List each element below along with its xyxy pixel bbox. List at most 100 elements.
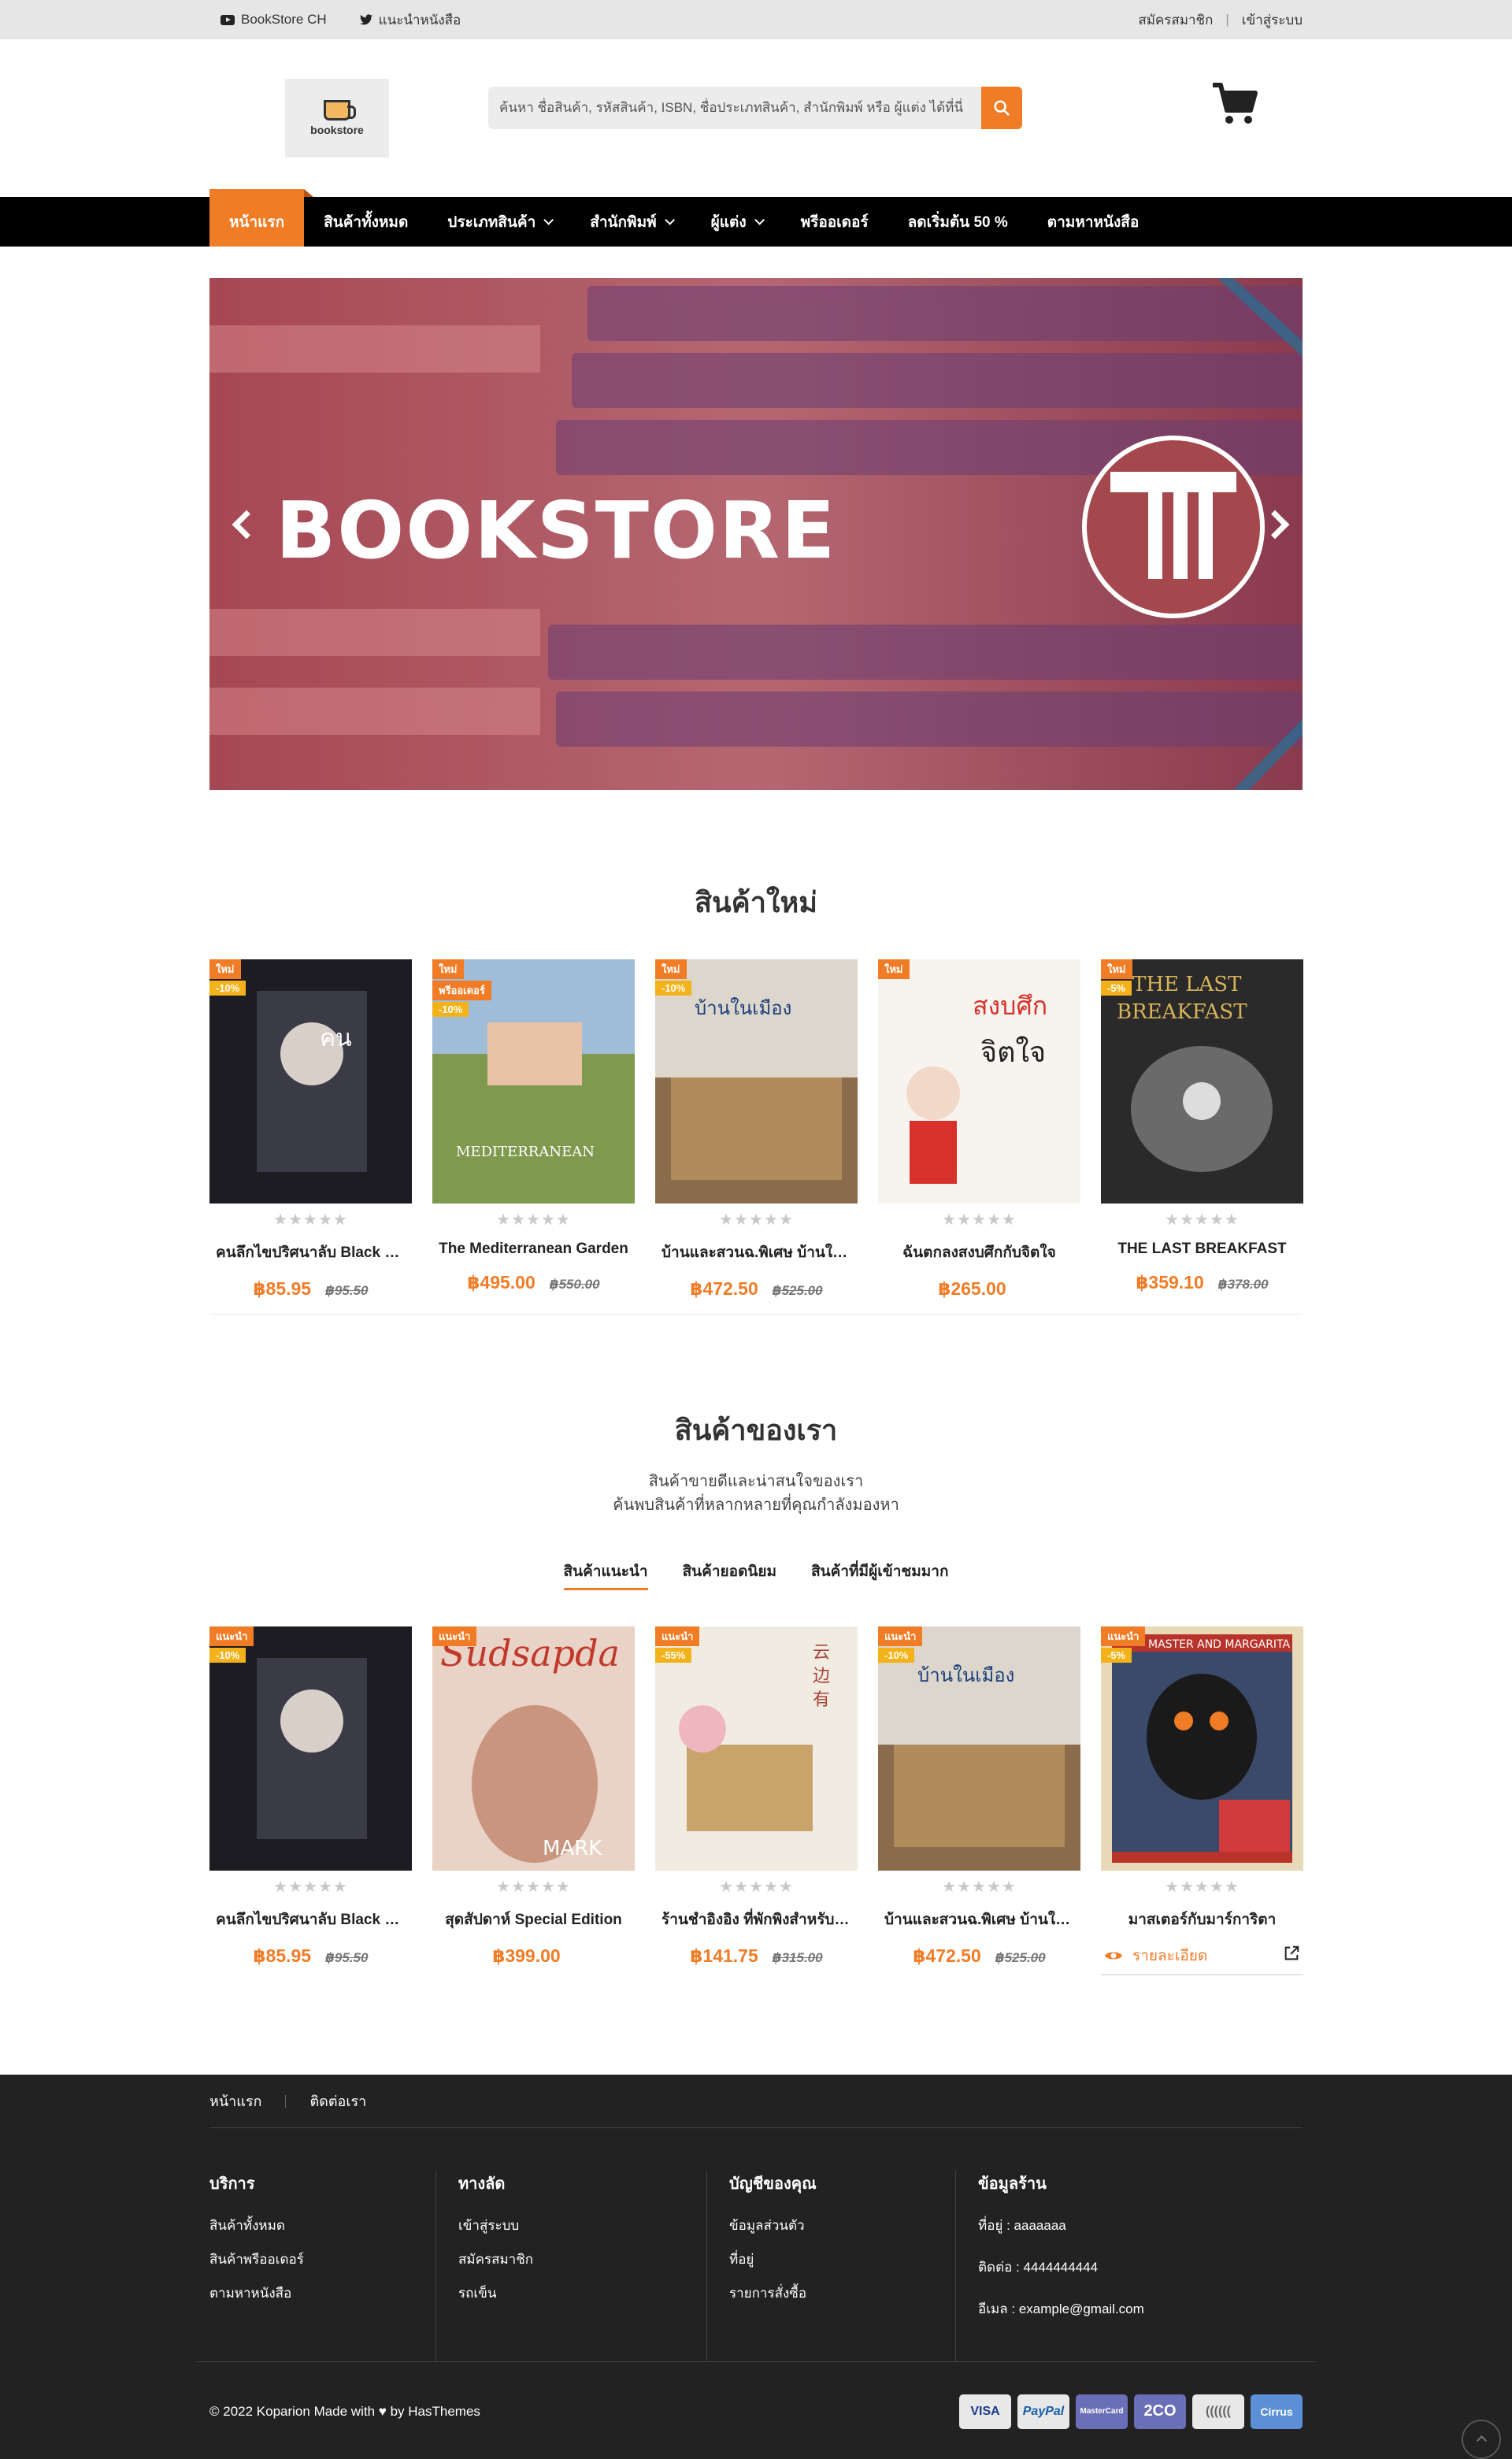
book-cover-image: MASTER AND MARGARITA [1101,1626,1303,1871]
view-details-label: รายละเอียด [1132,1948,1208,1964]
twitter-link[interactable]: แนะนำหนังสือ [359,9,461,31]
footer-link[interactable]: สมัครสมาชิก [458,2249,691,2270]
svg-text:บ้านในเมือง: บ้านในเมือง [695,997,791,1019]
nav-publishers[interactable]: สำนักพิมพ์ [570,197,691,247]
book-cover-image: คน [209,959,412,1204]
search-input[interactable] [488,87,981,129]
footer-col-title: บัญชีของคุณ [729,2175,817,2193]
recommended-badge: แนะนำ [1101,1626,1146,1646]
footer: หน้าแรก ติดต่อเรา บริการ สินค้าทั้งหมด ส… [0,2075,1512,2459]
footer-link[interactable]: ตามหาหนังสือ [209,2283,420,2304]
footer-link[interactable]: เข้าสู่ระบบ [458,2215,691,2236]
product-card[interactable]: แนะนำ -10% ★★★★★ คนลึกไขปริศนาลับ Black … [209,1626,412,1975]
cart-icon [1213,83,1258,124]
product-cover[interactable]: Sudsapda MARK แนะนำ [432,1626,635,1871]
product-hover-actions: รายละเอียด [1101,1938,1303,1975]
product-name[interactable]: บ้านและสวนฉ.พิเศษ บ้านในเมือง [655,1241,858,1264]
product-name[interactable]: คนลึกไขปริศนาลับ Black Butler [209,1241,412,1264]
tab-recommended[interactable]: สินค้าแนะนำ [563,1560,648,1590]
cart-button[interactable] [1211,82,1258,130]
product-name[interactable]: มาสเตอร์กับมาร์การิตา [1101,1908,1303,1931]
product-name[interactable]: บ้านและสวนฉ.พิเศษ บ้านในเมือง [878,1908,1080,1931]
product-cover[interactable]: MASTER AND MARGARITA แนะนำ -5% [1101,1626,1303,1871]
product-price: ฿85.95 [253,1945,312,1966]
footer-link[interactable]: ที่อยู่ [729,2249,939,2270]
footer-link[interactable]: สินค้าพรีออเดอร์ [209,2249,420,2270]
product-name[interactable]: The Mediterranean Garden [432,1241,635,1258]
back-to-top-button[interactable] [1462,2420,1501,2459]
product-card[interactable]: MEDITERRANEAN ใหม่ พรีออเดอร์ -10% ★★★★★… [432,959,635,1300]
nav-all-products[interactable]: สินค้าทั้งหมด [304,197,428,247]
book-cover-image: สงบศึกจิตใจ [878,959,1080,1204]
nav-discount[interactable]: ลดเริ่มต้น 50 % [888,197,1028,247]
nav-preorder[interactable]: พรีออเดอร์ [781,197,888,247]
product-price: ฿472.50 [690,1278,758,1299]
nav-authors-label: ผู้แต่ง [710,213,747,231]
discount-badge: -10% [432,1002,469,1017]
product-cover[interactable]: THE LAST BREAKFAST ใหม่ -5% [1101,959,1303,1204]
store-address: ที่อยู่ : aaaaaaa [978,2218,1066,2233]
our-products-subtitle-1: สินค้าขายดีและน่าสนใจของเรา [648,1473,864,1490]
nav-authors[interactable]: ผู้แต่ง [691,197,781,247]
twitter-link-label: แนะนำหนังสือ [378,12,461,28]
new-badge: ใหม่ [878,959,910,979]
rating-stars: ★★★★★ [719,1211,794,1229]
book-cover-image: THE LAST BREAKFAST [1101,959,1303,1204]
login-link[interactable]: เข้าสู่ระบบ [1242,9,1303,31]
footer-home-link[interactable]: หน้าแรก [209,2090,261,2112]
product-card[interactable]: Sudsapda MARK แนะนำ ★★★★★ สุดสัปดาห์ Spec… [432,1626,635,1975]
chevron-down-icon [543,215,554,225]
hero-banner: BOOKSTORE [209,278,1303,790]
banner-logo-emblem [1082,436,1265,618]
svg-text:THE LAST: THE LAST [1132,973,1242,996]
product-old-price: ฿95.50 [325,1950,369,1965]
product-cover[interactable]: บ้านในเมือง แนะนำ -10% [878,1626,1080,1871]
product-card[interactable]: คน ใหม่ -10% ★★★★★ คนลึกไขปริศนาลับ Blac… [209,959,412,1300]
payment-methods: VISA PayPal MasterCard 2CO (((((( Cirrus [959,2394,1303,2429]
our-products-title: สินค้าของเรา [674,1414,838,1446]
product-card[interactable]: THE LAST BREAKFAST ใหม่ -5% ★★★★★ THE LAS… [1101,959,1303,1300]
store-phone: ติดต่อ : 4444444444 [978,2260,1099,2275]
product-card[interactable]: MASTER AND MARGARITA แนะนำ -5% ★★★★★ มาส… [1101,1626,1303,1975]
product-card[interactable]: 云边有 แนะนำ -55% ★★★★★ ร้านชำอิงอิง ที่พัก… [655,1626,858,1975]
youtube-link[interactable]: BookStore CH [220,12,327,28]
topbar-separator: | [1225,12,1229,27]
discount-badge: -5% [1101,1648,1132,1663]
product-cover[interactable]: แนะนำ -10% [209,1626,412,1871]
product-cover[interactable]: บ้านในเมือง ใหม่ -10% [655,959,858,1204]
nav-categories[interactable]: ประเภทสินค้า [428,197,570,247]
register-link[interactable]: สมัครสมาชิก [1138,9,1213,31]
product-cover[interactable]: สงบศึก จิตใจ ใหม่ [878,959,1080,1204]
product-name[interactable]: คนลึกไขปริศนาลับ Black Butler [209,1908,412,1931]
store-email: อีเมล : example@gmail.com [978,2301,1144,2316]
book-cover-image [209,1626,412,1871]
product-card[interactable]: บ้านในเมือง ใหม่ -10% ★★★★★ บ้านและสวนฉ.… [655,959,858,1300]
nav-book-request[interactable]: ตามหาหนังสือ [1028,197,1159,247]
product-cover[interactable]: 云边有 แนะนำ -55% [655,1626,858,1871]
search-button[interactable] [981,87,1022,129]
product-name[interactable]: ร้านชำอิงอิง ที่พักพิงสำหรับผู้อ่อนล้า [655,1908,858,1931]
product-name[interactable]: สุดสัปดาห์ Special Edition [432,1908,635,1931]
view-details-button[interactable]: รายละเอียด [1104,1944,1207,1968]
rating-stars: ★★★★★ [719,1879,794,1896]
product-cover[interactable]: MEDITERRANEAN ใหม่ พรีออเดอร์ -10% [432,959,635,1204]
product-card[interactable]: สงบศึก จิตใจ ใหม่ ★★★★★ ฉันตกลงสงบศึกกับจ… [878,959,1080,1300]
footer-link[interactable]: รถเข็น [458,2283,691,2304]
nav-home[interactable]: หน้าแรก [209,189,314,247]
tab-most-viewed[interactable]: สินค้าที่มีผู้เข้าชมมาก [811,1560,948,1590]
discount-badge: -10% [655,981,692,996]
footer-bottom: © 2022 Koparion Made with ♥ by HasThemes… [197,2361,1315,2459]
product-name[interactable]: ฉันตกลงสงบศึกกับจิตใจ [878,1241,1080,1264]
footer-link[interactable]: สินค้าทั้งหมด [209,2215,420,2236]
footer-link[interactable]: รายการสั่งซื้อ [729,2283,939,2304]
footer-contact-link[interactable]: ติดต่อเรา [309,2090,366,2112]
tab-popular[interactable]: สินค้ายอดนิยม [683,1560,777,1590]
product-cover[interactable]: คน ใหม่ -10% [209,959,412,1204]
footer-link[interactable]: ข้อมูลส่วนตัว [729,2215,939,2236]
footer-col-shortcuts: ทางลัด เข้าสู่ระบบ สมัครสมาชิก รถเข็น [436,2171,707,2361]
logo[interactable]: bookstore [285,79,389,158]
search-icon [994,100,1010,116]
open-link-button[interactable] [1283,1945,1300,1967]
product-card[interactable]: บ้านในเมือง แนะนำ -10% ★★★★★ บ้านและสวนฉ… [878,1626,1080,1975]
product-name[interactable]: THE LAST BREAKFAST [1101,1241,1303,1258]
